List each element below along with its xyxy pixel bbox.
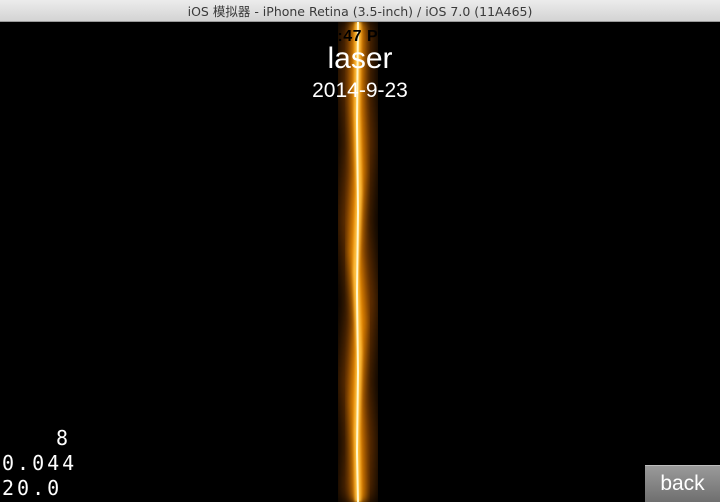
- device-screen[interactable]: 1:47 PM laser 2014-9-23 8 0.044 20.0 bac…: [0, 22, 720, 502]
- debug-frame-time: 0.044: [2, 451, 78, 475]
- page-title: laser: [327, 42, 393, 75]
- simulator-window: iOS 模拟器 - iPhone Retina (3.5-inch) / iOS…: [0, 0, 720, 502]
- debug-draw-calls: 8: [56, 426, 72, 450]
- window-title: iOS 模拟器 - iPhone Retina (3.5-inch) / iOS…: [187, 4, 533, 19]
- back-button[interactable]: back: [645, 465, 720, 502]
- date-label: 2014-9-23: [312, 79, 408, 102]
- debug-fps: 20.0: [2, 476, 63, 500]
- window-titlebar[interactable]: iOS 模拟器 - iPhone Retina (3.5-inch) / iOS…: [0, 0, 720, 22]
- debug-stats: 8 0.044 20.0: [2, 426, 77, 501]
